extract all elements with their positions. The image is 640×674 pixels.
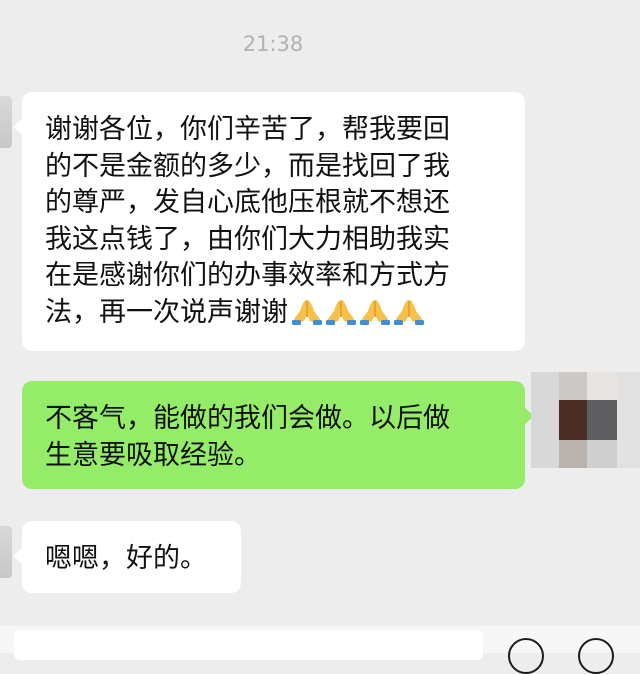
message-bubble-sent[interactable]: 不客气，能做的我们会做。以后做 生意要吸取经验。	[22, 381, 534, 489]
message-line: 的不是金额的多少，而是找回了我	[45, 150, 450, 182]
message-line: 生意要吸取经验。	[45, 439, 261, 471]
folded-hands-icon	[290, 297, 324, 327]
message-line: 谢谢各位，你们辛苦了，帮我要回	[45, 114, 450, 145]
folded-hands-icon	[358, 297, 392, 327]
message-line-last: 法，再一次说声谢谢	[45, 295, 503, 332]
add-icon[interactable]	[578, 638, 614, 674]
folded-hands-icon	[324, 297, 358, 327]
message-bubble-received[interactable]: 谢谢各位，你们辛苦了，帮我要回 的不是金额的多少，而是找回了我 的尊严，发自心底…	[13, 92, 525, 351]
message-line: 我这点钱了，由你们大力相助我实	[45, 223, 450, 255]
message-input[interactable]	[14, 630, 483, 660]
message-line: 的尊严，发自心底他压根就不想还	[45, 187, 450, 218]
message-line: 在是感谢你们的办事效率和方式方	[45, 260, 450, 291]
message-line: 嗯嗯，好的。	[45, 543, 207, 574]
my-avatar[interactable]	[531, 372, 640, 468]
message-line-text: 法，再一次说声谢谢	[45, 296, 288, 328]
sender-avatar[interactable]	[0, 96, 12, 148]
emoji-row	[290, 295, 426, 332]
message-line: 不客气，能做的我们会做。以后做	[45, 403, 450, 434]
emoji-icon[interactable]	[508, 638, 544, 674]
chat-timestamp: 21:38	[242, 32, 304, 56]
folded-hands-icon	[392, 297, 426, 327]
message-bubble-received[interactable]: 嗯嗯，好的。	[13, 521, 241, 593]
sender-avatar[interactable]	[0, 526, 12, 578]
